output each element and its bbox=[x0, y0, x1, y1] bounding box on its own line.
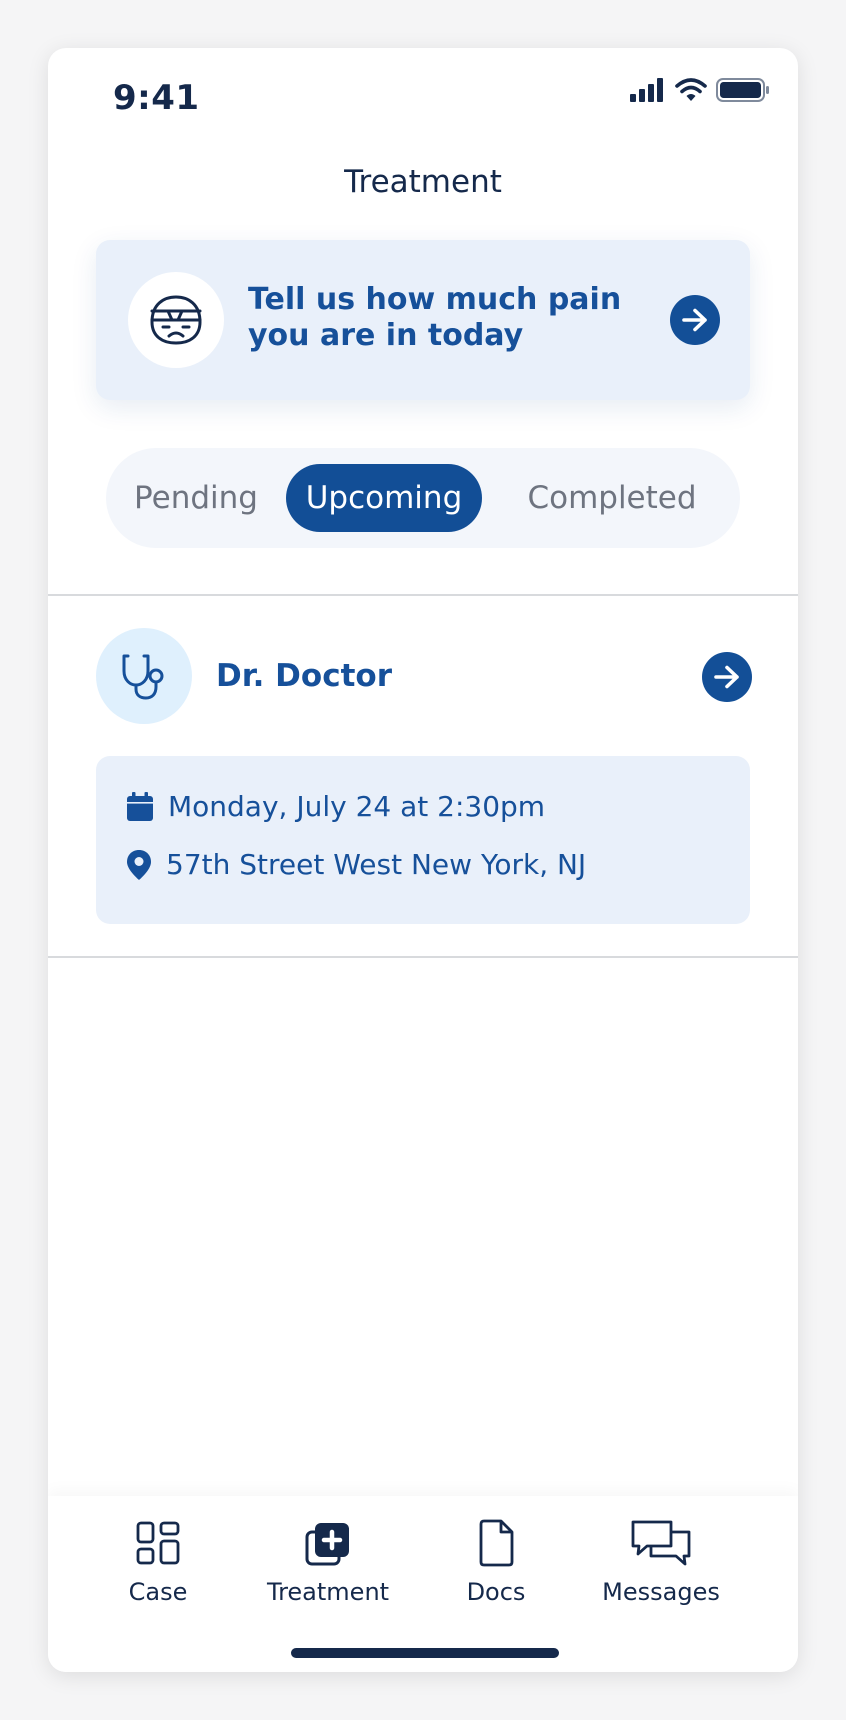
medical-cards-icon bbox=[305, 1523, 349, 1566]
pain-prompt-text: Tell us how much pain you are in today bbox=[248, 282, 622, 353]
grid-icon bbox=[136, 1521, 180, 1565]
appointment-location-row: 57th Street West New York, NJ bbox=[126, 848, 586, 881]
nav-item-case[interactable]: Case bbox=[83, 1516, 233, 1606]
nav-label-docs: Docs bbox=[466, 1578, 526, 1606]
location-pin-icon bbox=[127, 849, 151, 880]
nav-label-messages: Messages bbox=[602, 1578, 720, 1606]
tab-pending[interactable]: Pending bbox=[124, 464, 268, 532]
nav-item-messages[interactable]: Messages bbox=[586, 1516, 736, 1606]
calendar-icon bbox=[127, 791, 153, 821]
wifi-icon bbox=[675, 78, 707, 106]
appointment-datetime: Monday, July 24 at 2:30pm bbox=[168, 790, 546, 823]
appointment-status-tabs: Pending Upcoming Completed bbox=[106, 448, 740, 548]
page-title: Treatment bbox=[344, 164, 502, 200]
arrow-right-icon bbox=[682, 308, 707, 332]
chat-bubbles-icon bbox=[631, 1520, 691, 1566]
appointment-arrow-button[interactable] bbox=[702, 652, 752, 702]
appointment-details: Monday, July 24 at 2:30pm 57th Street We… bbox=[96, 756, 750, 924]
bandaged-face-icon bbox=[128, 272, 224, 368]
arrow-right-icon bbox=[714, 665, 739, 689]
document-icon bbox=[479, 1519, 514, 1567]
tab-upcoming[interactable]: Upcoming bbox=[286, 464, 482, 532]
pain-prompt-card[interactable]: Tell us how much pain you are in today bbox=[96, 240, 750, 400]
appointment-datetime-row: Monday, July 24 at 2:30pm bbox=[126, 790, 545, 823]
doctor-name[interactable]: Dr. Doctor bbox=[216, 658, 392, 694]
status-bar: 9:41 bbox=[48, 48, 798, 144]
status-time: 9:41 bbox=[113, 78, 200, 118]
divider-top bbox=[48, 594, 798, 596]
stethoscope-icon bbox=[96, 628, 192, 724]
nav-item-treatment[interactable]: Treatment bbox=[253, 1516, 403, 1606]
status-icons bbox=[630, 78, 770, 106]
home-indicator bbox=[291, 1648, 559, 1658]
battery-icon bbox=[716, 78, 770, 106]
phone-screen: 9:41 Treatment Tell us how much pain you… bbox=[48, 48, 798, 1672]
nav-item-docs[interactable]: Docs bbox=[421, 1516, 571, 1606]
divider-bottom bbox=[48, 956, 798, 958]
nav-label-case: Case bbox=[128, 1578, 188, 1606]
tab-completed[interactable]: Completed bbox=[498, 464, 726, 532]
nav-label-treatment: Treatment bbox=[266, 1578, 390, 1606]
pain-prompt-arrow-button[interactable] bbox=[670, 295, 720, 345]
bottom-navigation: Case Treatment Docs Messages bbox=[48, 1496, 798, 1672]
appointment-location: 57th Street West New York, NJ bbox=[166, 848, 587, 881]
cellular-signal-icon bbox=[630, 78, 666, 106]
